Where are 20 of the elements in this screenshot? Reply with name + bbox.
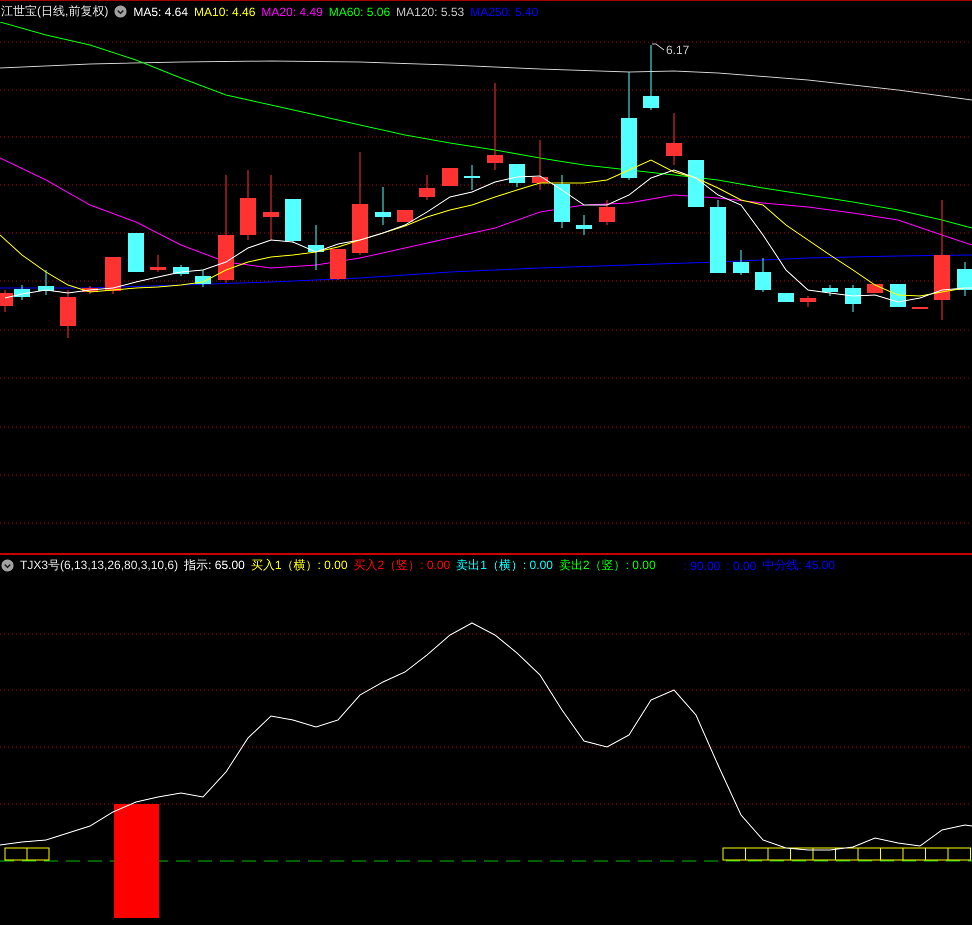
- chart-title: 江世宝(日线,前复权): [1, 3, 108, 20]
- high-price-label: 6.17: [666, 43, 690, 57]
- indicator-value: MA5: 4.64: [133, 4, 188, 18]
- indicator-value: MA60: 5.06: [328, 4, 390, 18]
- indicator-value: MA20: 4.49: [261, 4, 323, 18]
- indicator-value: 卖出2（竖）: 0.00: [558, 557, 656, 574]
- indicator-value: : 0.00: [726, 558, 756, 572]
- indicator-value: 卖出1（横）: 0.00: [456, 557, 553, 574]
- high-marker-icon: [652, 44, 664, 50]
- indicator-value: 指示: 65.00: [184, 557, 245, 574]
- indicator-value: 买入1（横）: 0.00: [250, 557, 348, 574]
- dropdown-circle-icon[interactable]: [1, 559, 14, 572]
- indicator-value: 买入2（竖）: 0.00: [354, 557, 450, 574]
- indicator-value: MA120: 5.53: [396, 4, 464, 18]
- indicator-value: 中分线: 45.00: [762, 557, 836, 574]
- chart-title: TJX3号(6,13,13,26,80,3,10,6): [20, 557, 178, 574]
- indicator-value: : 90.00: [684, 558, 720, 572]
- indicator-value: MA10: 4.46: [194, 4, 256, 18]
- indicator-value: MA250: 5.40: [470, 4, 538, 18]
- dropdown-circle-icon[interactable]: [114, 5, 128, 18]
